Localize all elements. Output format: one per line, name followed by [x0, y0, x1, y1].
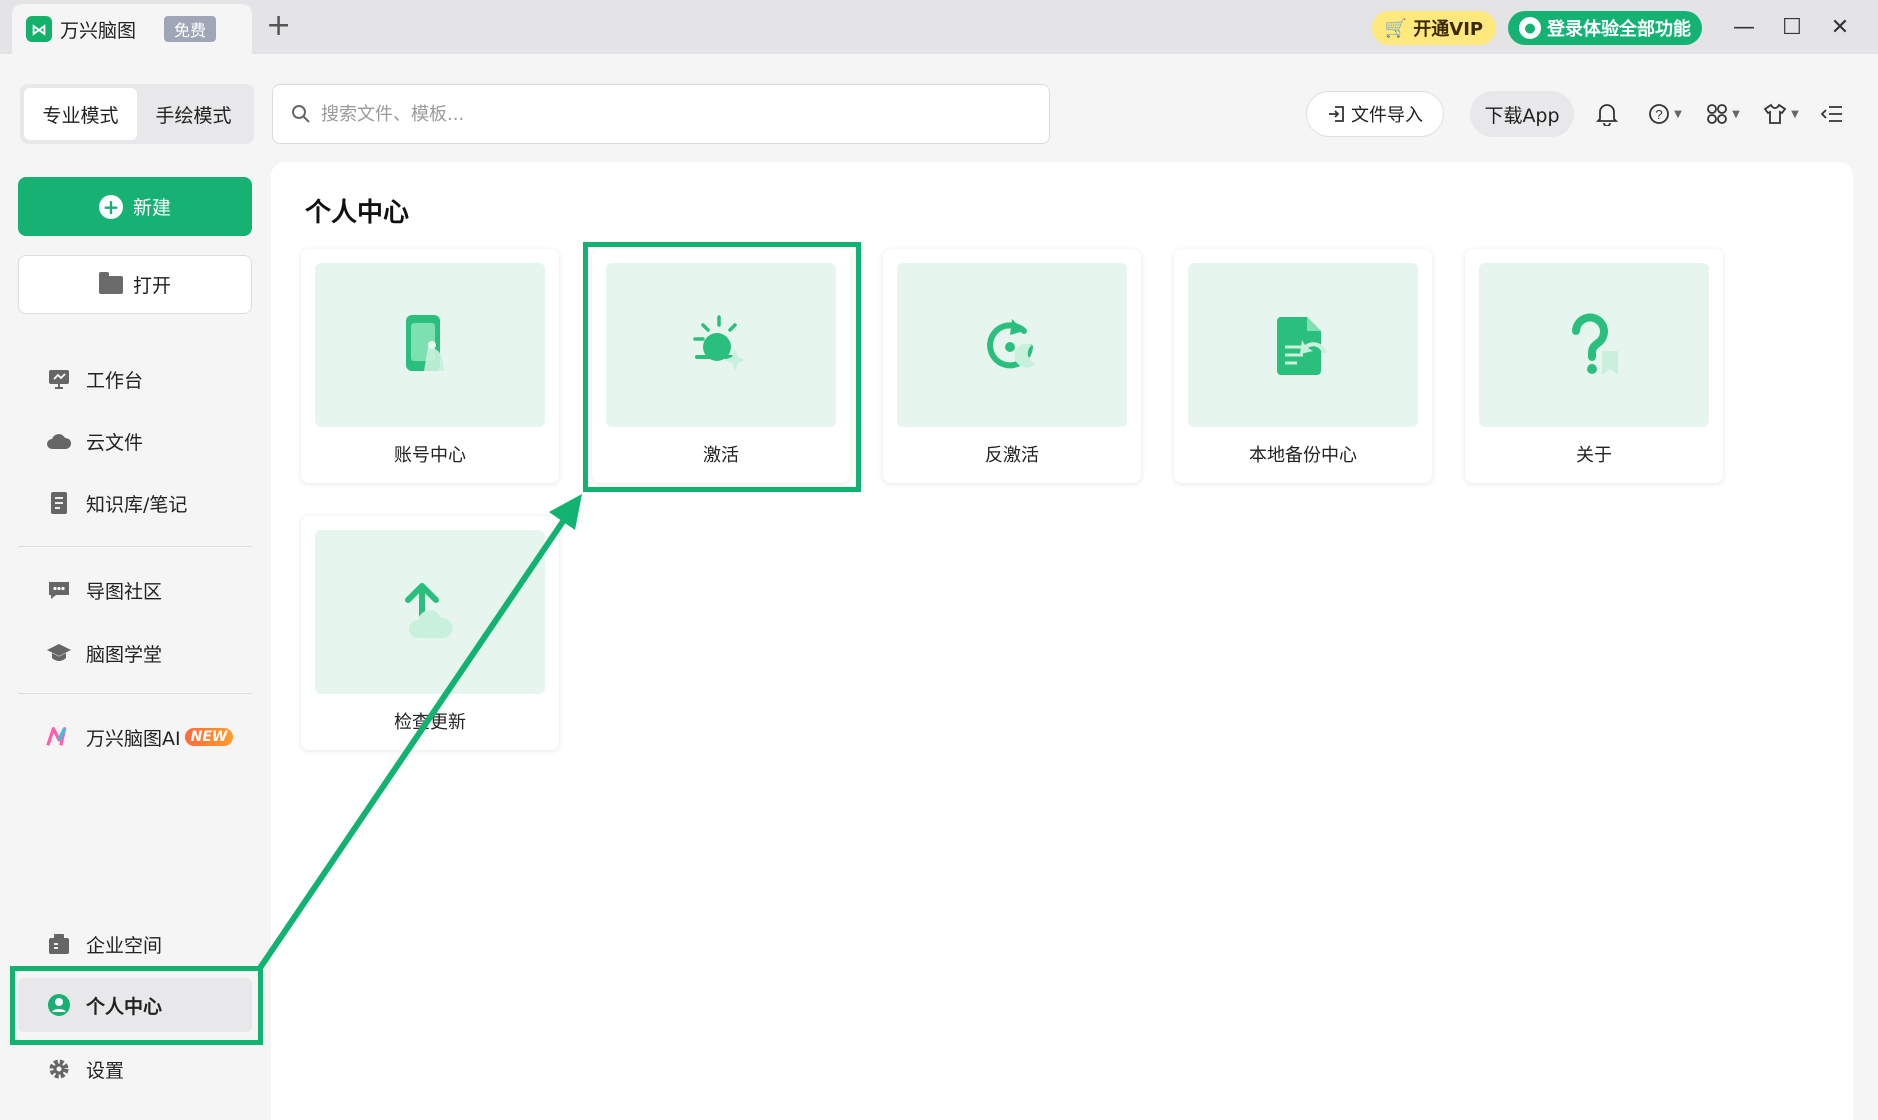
annotation-arrow — [257, 494, 582, 971]
